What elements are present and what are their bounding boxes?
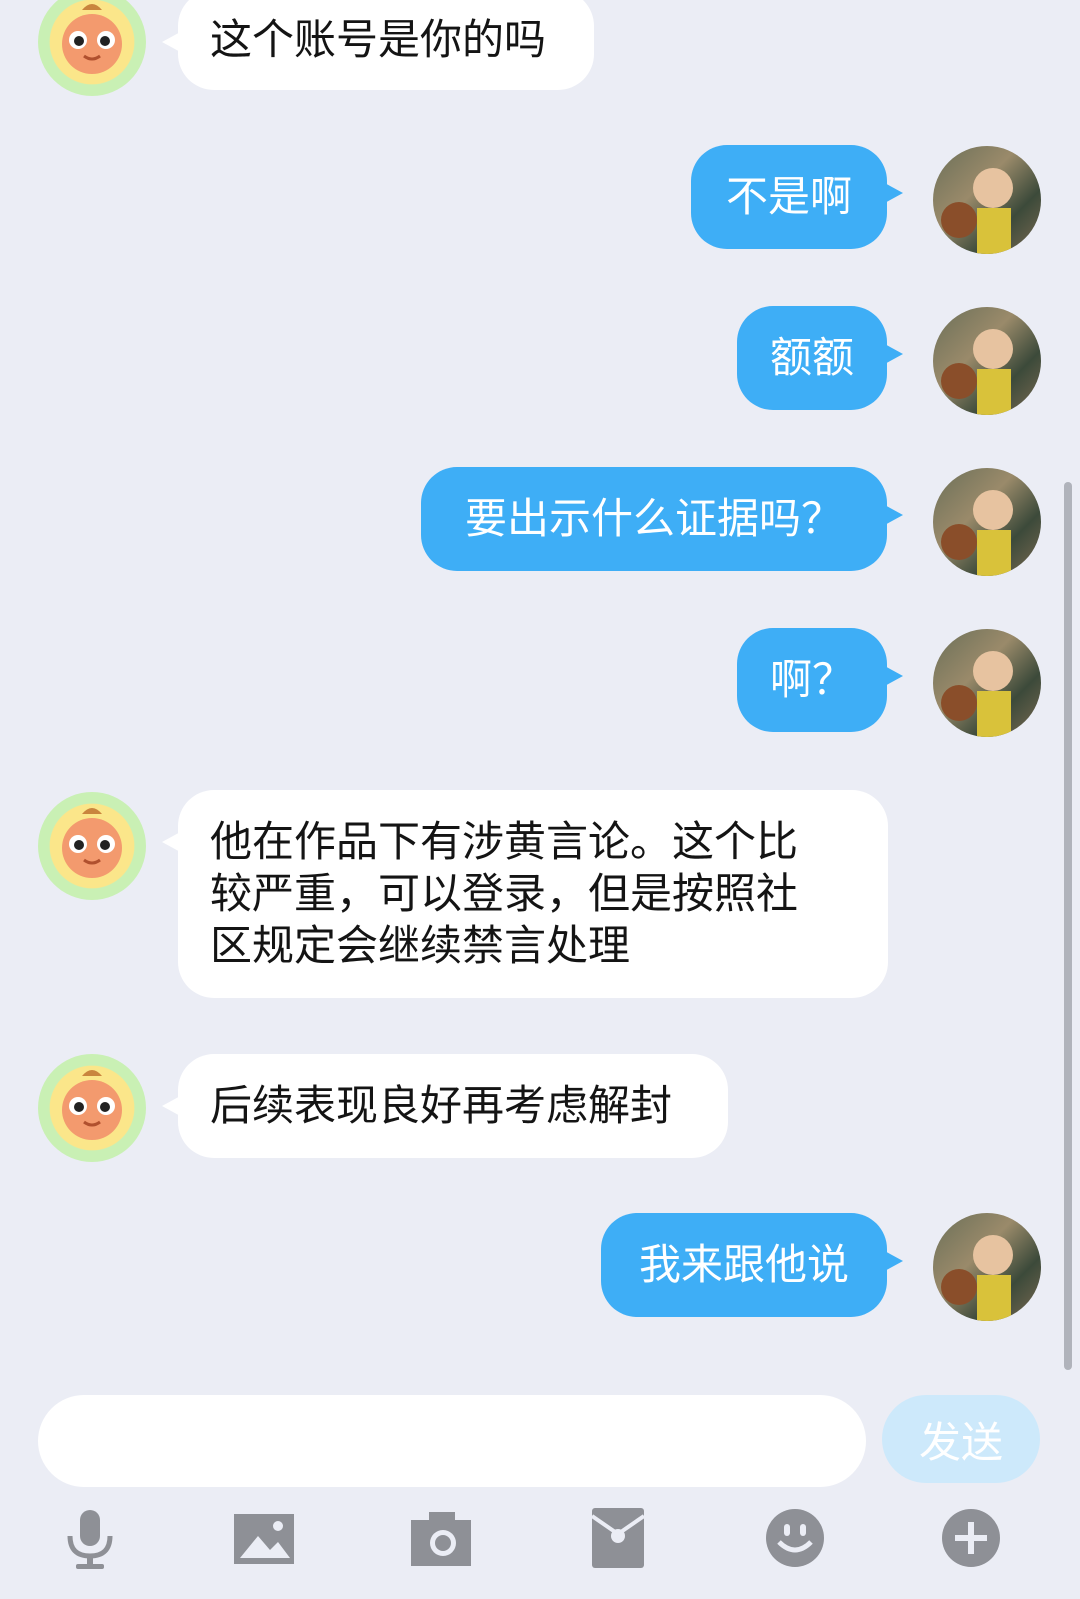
message-bubble-outgoing[interactable]: 额额 (737, 306, 903, 410)
user-avatar[interactable] (933, 146, 1041, 254)
message-text: 额额 (769, 333, 854, 382)
image-button[interactable] (229, 1503, 299, 1573)
message-text-line: 区规定会继续禁言处理 (210, 921, 631, 970)
more-button[interactable] (936, 1503, 1006, 1573)
message-text: 后续表现良好再考虑解封 (210, 1081, 673, 1130)
chat-area[interactable]: 这个账号是你的吗 不是啊 额额 要出示什么证据吗？ 啊？ 他在作品下有涉黄言论。… (0, 0, 1080, 1375)
message-bubble-incoming[interactable]: 这个账号是你的吗 (162, 0, 594, 90)
message-text-line: 较严重，可以登录，但是按照社 (210, 869, 799, 918)
message-bubble-outgoing[interactable]: 要出示什么证据吗？ (421, 467, 903, 571)
microphone-button[interactable] (55, 1503, 125, 1573)
message-bubble-outgoing[interactable]: 不是啊 (691, 145, 903, 249)
message-bubble-outgoing[interactable]: 啊？ (737, 628, 903, 732)
user-avatar[interactable] (933, 629, 1041, 737)
message-text: 我来跟他说 (638, 1240, 849, 1289)
agent-avatar[interactable] (38, 1054, 146, 1162)
user-avatar[interactable] (933, 468, 1041, 576)
red-packet-button[interactable] (583, 1503, 653, 1573)
camera-icon (411, 1512, 471, 1566)
emoji-icon (766, 1509, 824, 1567)
image-icon (234, 1514, 294, 1564)
input-toolbar (0, 1495, 1080, 1599)
emoji-button[interactable] (760, 1503, 830, 1573)
message-bubble-outgoing[interactable]: 我来跟他说 (601, 1213, 903, 1317)
plus-icon (942, 1509, 1000, 1567)
composer: 发送 (0, 1375, 1080, 1487)
message-text: 这个账号是你的吗 (210, 15, 547, 64)
message-text: 不是啊 (725, 172, 852, 221)
agent-avatar[interactable] (38, 792, 146, 900)
message-input[interactable] (38, 1395, 866, 1487)
user-avatar[interactable] (933, 307, 1041, 415)
send-button[interactable]: 发送 (882, 1395, 1040, 1483)
camera-button[interactable] (406, 1503, 476, 1573)
message-text-line: 他在作品下有涉黄言论。这个比 (210, 817, 799, 866)
red-packet-icon (590, 1508, 646, 1568)
message-bubble-incoming[interactable]: 后续表现良好再考虑解封 (162, 1054, 728, 1158)
message-text: 啊？ (769, 655, 854, 704)
chat-scrollbar[interactable] (1064, 482, 1072, 1370)
message-bubble-incoming[interactable]: 他在作品下有涉黄言论。这个比 较严重，可以登录，但是按照社 区规定会继续禁言处理 (162, 790, 888, 998)
microphone-icon (67, 1510, 113, 1569)
user-avatar[interactable] (933, 1213, 1041, 1321)
agent-avatar[interactable] (38, 0, 146, 96)
message-text: 要出示什么证据吗？ (464, 494, 843, 543)
